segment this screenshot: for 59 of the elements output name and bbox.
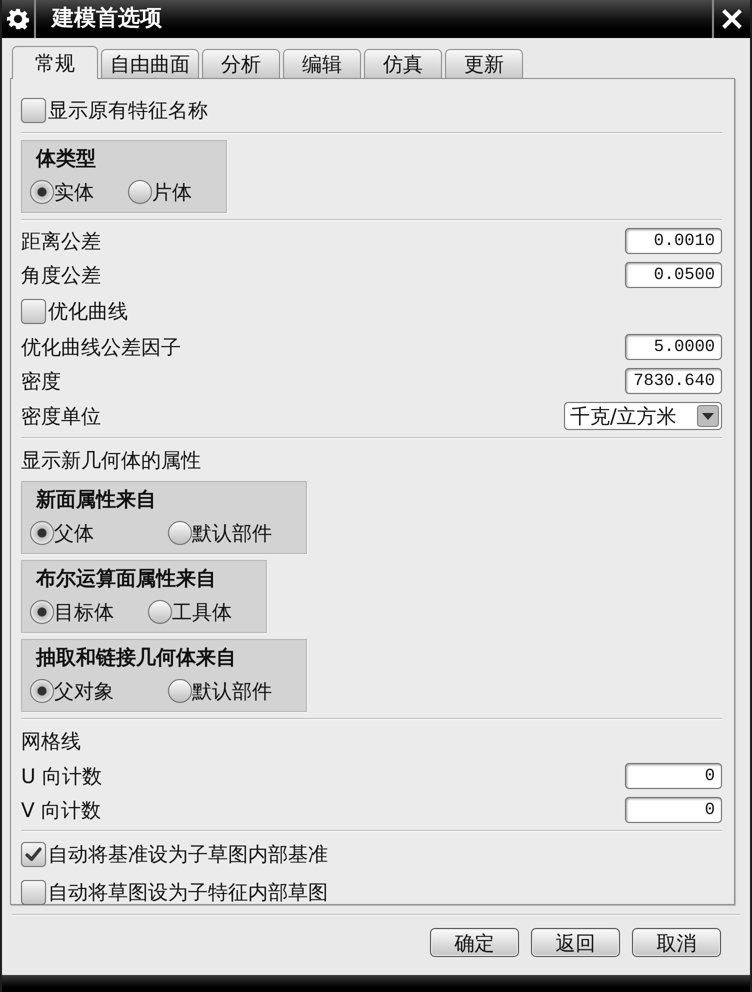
checkmark-icon	[25, 846, 42, 862]
close-icon	[722, 9, 742, 29]
tab[interactable]: 分析	[202, 49, 280, 78]
checkbox[interactable]	[21, 842, 46, 866]
input-field[interactable]: 0	[625, 797, 722, 823]
section-heading: 网格线	[21, 731, 81, 751]
input-field[interactable]: 5.0000	[625, 334, 722, 360]
radio-label[interactable]: 实体	[54, 182, 94, 202]
radio-label[interactable]: 片体	[152, 182, 192, 202]
input-field[interactable]: 0	[625, 763, 722, 789]
field-label: U 向计数	[21, 766, 102, 786]
tab[interactable]: 编辑	[283, 49, 361, 78]
tab[interactable]: 更新	[445, 49, 523, 78]
group-title: 布尔运算面属性来自	[36, 568, 216, 588]
checkbox-label[interactable]: 显示原有特征名称	[48, 100, 208, 120]
field-label: 优化曲线公差因子	[21, 337, 181, 357]
radio-label[interactable]: 工具体	[172, 602, 232, 622]
section-heading: 显示新几何体的属性	[21, 450, 201, 470]
radio-button[interactable]	[30, 679, 54, 703]
tab[interactable]: 仿真	[364, 49, 442, 78]
radio-button[interactable]	[168, 679, 192, 703]
field-label: V 向计数	[21, 800, 102, 820]
close-button[interactable]	[721, 8, 743, 30]
field-label: 角度公差	[21, 265, 101, 285]
radio-button[interactable]	[30, 600, 54, 624]
radio-label[interactable]: 目标体	[54, 602, 114, 622]
settings-icon[interactable]	[7, 8, 29, 30]
radio-button[interactable]	[30, 180, 54, 204]
radio-label[interactable]: 默认部件	[192, 681, 272, 701]
radio-label[interactable]: 默认部件	[192, 523, 272, 543]
radio-button[interactable]	[168, 521, 192, 545]
radio-button[interactable]	[148, 600, 172, 624]
tab[interactable]: 常规	[12, 46, 98, 79]
checkbox[interactable]	[21, 298, 46, 324]
field-label: 密度单位	[21, 406, 101, 426]
radio-label[interactable]: 父对象	[54, 681, 114, 701]
group-title: 抽取和链接几何体来自	[36, 647, 236, 667]
field-label: 距离公差	[21, 231, 101, 251]
radio-button[interactable]	[128, 180, 152, 204]
checkbox-label[interactable]: 自动将草图设为子特征内部草图	[48, 882, 328, 902]
input-field[interactable]: 7830.640	[625, 368, 722, 394]
dialog-button[interactable]: 确定	[430, 928, 519, 957]
checkbox[interactable]	[21, 880, 46, 904]
checkbox-label[interactable]: 自动将基准设为子草图内部基准	[48, 844, 328, 864]
tab[interactable]: 自由曲面	[101, 49, 199, 78]
radio-label[interactable]: 父体	[54, 523, 94, 543]
group-title: 新面属性来自	[36, 489, 156, 509]
dropdown[interactable]: 千克/立方米	[564, 402, 722, 430]
group-title: 体类型	[36, 148, 96, 168]
checkbox-label[interactable]: 优化曲线	[48, 301, 128, 321]
field-label: 密度	[21, 371, 61, 391]
window-title: 建模首选项	[52, 8, 162, 30]
checkbox[interactable]	[21, 98, 46, 122]
input-field[interactable]: 0.0010	[625, 228, 722, 254]
input-field[interactable]: 0.0500	[625, 262, 722, 288]
dialog-button[interactable]: 返回	[531, 928, 620, 957]
dialog-button[interactable]: 取消	[632, 928, 721, 957]
radio-button[interactable]	[30, 521, 54, 545]
caret-icon	[697, 405, 719, 427]
